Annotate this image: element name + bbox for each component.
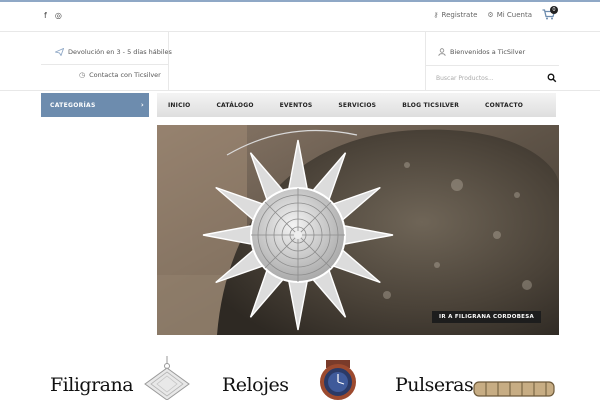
categories-menu-button[interactable]: CATEGORÍAS › (41, 93, 149, 117)
account-links: ⚷ Registrate ⚙ Mi Cuenta 0 (433, 6, 558, 21)
facebook-icon[interactable]: f (44, 11, 47, 21)
cart-button[interactable]: 0 (542, 6, 558, 21)
account-link[interactable]: ⚙ Mi Cuenta (487, 11, 532, 19)
category-filigrana[interactable]: Filigrana (50, 374, 134, 396)
nav-item-servicios[interactable]: SERVICIOS (338, 102, 376, 109)
register-link[interactable]: ⚷ Registrate (433, 11, 477, 19)
info-row-divider (0, 90, 600, 91)
chevron-right-icon: › (140, 101, 144, 109)
returns-info: Devolución en 3 - 5 días hábiles (55, 48, 172, 56)
filigree-pendant-image[interactable] (137, 356, 197, 400)
main-nav: INICIO CATÁLOGO EVENTOS SERVICIOS BLOG T… (157, 93, 556, 117)
nav-item-eventos[interactable]: EVENTOS (280, 102, 313, 109)
nav-item-contacto[interactable]: CONTACTO (485, 102, 523, 109)
search-input[interactable] (436, 72, 536, 84)
nav-item-blog[interactable]: BLOG TICSILVER (402, 102, 459, 109)
account-label: Mi Cuenta (496, 11, 532, 19)
category-relojes[interactable]: Relojes (222, 374, 289, 396)
gear-icon: ⚙ (487, 11, 494, 19)
info-panel: Devolución en 3 - 5 días hábiles ◷ Conta… (41, 32, 172, 90)
register-label: Registrate (441, 11, 478, 19)
returns-text: Devolución en 3 - 5 días hábiles (68, 48, 172, 56)
info-divider (41, 64, 169, 65)
welcome-text: Bienvenidos a TicSilver (450, 48, 526, 56)
welcome-message: Bienvenidos a TicSilver (438, 48, 525, 56)
welcome-search-panel: Bienvenidos a TicSilver (425, 32, 559, 90)
nav-item-catalogo[interactable]: CATÁLOGO (216, 102, 253, 109)
clock-icon: ◷ (79, 71, 86, 79)
search-box (426, 65, 559, 90)
bracelet-image[interactable] (472, 378, 556, 400)
category-strip: Filigrana Relojes Pulseras (0, 350, 600, 400)
nav-item-inicio[interactable]: INICIO (168, 102, 190, 109)
hero-image (157, 125, 559, 335)
category-pulseras[interactable]: Pulseras (395, 374, 474, 396)
categories-label: CATEGORÍAS (50, 101, 96, 109)
contact-info[interactable]: ◷ Contacta con Ticsilver (79, 71, 161, 79)
contact-text: Contacta con Ticsilver (89, 71, 161, 79)
hero-cta-button[interactable]: IR A FILIGRANA CORDOBESA (432, 311, 542, 323)
hero-banner[interactable]: IR A FILIGRANA CORDOBESA (157, 125, 559, 335)
key-icon: ⚷ (433, 11, 439, 19)
watch-image[interactable] (316, 360, 360, 400)
search-icon[interactable] (547, 73, 557, 83)
instagram-icon[interactable]: ◎ (55, 11, 62, 21)
user-icon (438, 48, 446, 56)
top-bar: f ◎ ⚷ Registrate ⚙ Mi Cuenta 0 (0, 2, 600, 30)
cart-count-badge: 0 (550, 6, 558, 14)
paper-plane-icon (55, 48, 64, 56)
social-links: f ◎ (44, 11, 62, 21)
